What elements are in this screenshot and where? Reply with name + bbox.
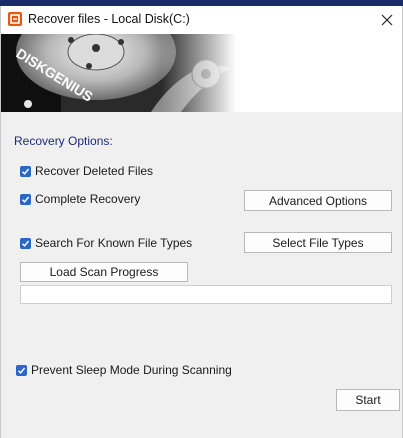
recover-deleted-files-checkbox[interactable]: Recover Deleted Files — [20, 164, 153, 178]
start-button[interactable]: Start — [336, 389, 400, 411]
select-file-types-button[interactable]: Select File Types — [244, 232, 392, 253]
recover-files-dialog: Recover files - Local Disk(C:) DISKGENIU… — [0, 6, 403, 438]
checkbox-checked-icon — [16, 364, 27, 376]
complete-recovery-checkbox[interactable]: Complete Recovery — [20, 192, 140, 206]
window-title: Recover files - Local Disk(C:) — [28, 12, 190, 26]
close-icon — [381, 14, 393, 26]
checkbox-checked-icon — [20, 165, 31, 177]
diskgenius-banner: DISKGENIUS — [1, 34, 402, 112]
recovery-options-label: Recovery Options: — [14, 134, 113, 148]
prevent-sleep-label: Prevent Sleep Mode During Scanning — [31, 363, 232, 377]
checkbox-checked-icon — [20, 193, 31, 205]
hard-disk-illustration: DISKGENIUS — [1, 34, 402, 112]
load-scan-progress-button[interactable]: Load Scan Progress — [20, 262, 188, 282]
checkbox-checked-icon — [20, 237, 31, 249]
diskgenius-app-icon — [8, 12, 22, 26]
search-known-file-types-checkbox[interactable]: Search For Known File Types — [20, 236, 192, 250]
title-bar: Recover files - Local Disk(C:) — [1, 6, 402, 34]
close-button[interactable] — [372, 6, 402, 34]
complete-recovery-label: Complete Recovery — [35, 192, 141, 206]
prevent-sleep-checkbox[interactable]: Prevent Sleep Mode During Scanning — [16, 363, 232, 377]
recover-deleted-files-label: Recover Deleted Files — [35, 164, 154, 178]
advanced-options-button[interactable]: Advanced Options — [244, 190, 392, 211]
search-known-file-types-label: Search For Known File Types — [35, 236, 193, 250]
scan-progress-bar — [20, 285, 392, 304]
